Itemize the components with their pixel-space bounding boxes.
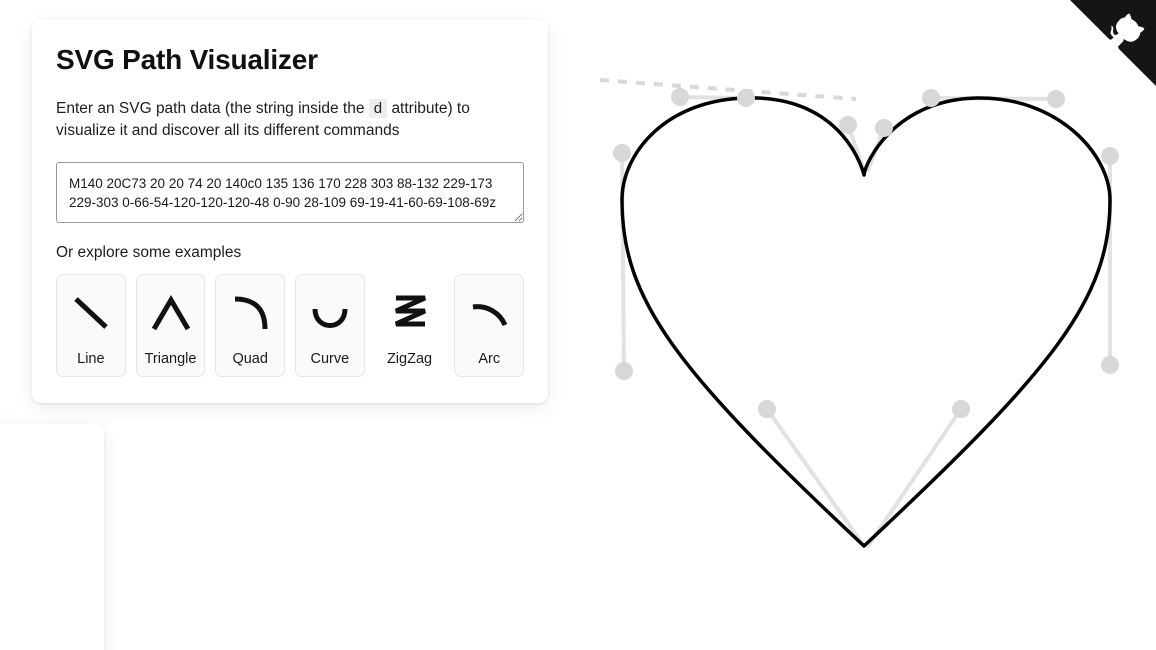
example-button-arc[interactable]: Arc	[454, 274, 525, 378]
example-label-triangle: Triangle	[144, 350, 197, 367]
control-point-10[interactable]	[1101, 356, 1119, 374]
example-label-curve: Curve	[310, 350, 350, 367]
line-glyph	[74, 297, 108, 330]
example-button-zigzag[interactable]: ZigZag	[374, 274, 445, 378]
control-point-12[interactable]	[952, 400, 970, 418]
example-button-triangle[interactable]: Triangle	[135, 274, 206, 378]
zigzag-glyph	[394, 295, 426, 327]
example-label-quad: Quad	[232, 350, 268, 367]
arc-glyph	[472, 304, 508, 327]
control-point-2[interactable]	[737, 89, 755, 107]
example-label-zigzag: ZigZag	[386, 350, 433, 367]
control-point-6[interactable]	[875, 119, 893, 137]
path-visualization-stage	[556, 0, 1156, 650]
commands-explanation-text: the current	[0, 630, 24, 650]
control-point-11[interactable]	[758, 400, 776, 418]
handle-line-8	[866, 407, 963, 548]
github-corner-link[interactable]	[1070, 0, 1156, 86]
path-data-input[interactable]	[56, 162, 524, 224]
examples-label: Or explore some examples	[56, 244, 242, 262]
app-root: SVG Path Visualizer Enter an SVG path da…	[0, 0, 1156, 650]
path-editor-card: SVG Path Visualizer Enter an SVG path da…	[32, 20, 548, 404]
example-button-line[interactable]: Line	[56, 274, 126, 378]
control-point-3[interactable]	[613, 144, 631, 162]
control-point-7[interactable]	[922, 89, 940, 107]
d-attribute-code: d	[368, 99, 388, 119]
example-button-quad[interactable]: Quad	[215, 274, 286, 378]
handle-line-7	[765, 407, 866, 548]
example-button-curve[interactable]: Curve	[295, 274, 365, 378]
triangle-glyph	[151, 295, 190, 331]
control-point-8[interactable]	[1047, 90, 1065, 108]
quad-glyph	[235, 296, 268, 330]
control-point-4[interactable]	[615, 362, 633, 380]
page-description: Enter an SVG path data (the string insid…	[56, 98, 524, 142]
control-point-9[interactable]	[1101, 147, 1119, 165]
description-text-before: Enter an SVG path data (the string insid…	[56, 100, 365, 118]
page-title: SVG Path Visualizer	[56, 44, 318, 75]
example-label-line: Line	[77, 350, 105, 367]
control-point-1[interactable]	[671, 88, 689, 106]
commands-explanation-card: the current	[0, 424, 104, 650]
github-octocat-icon	[1070, 0, 1156, 86]
curve-glyph	[312, 308, 348, 328]
control-point-5[interactable]	[839, 116, 857, 134]
path-visualization-svg[interactable]	[556, 0, 1156, 650]
example-label-arc: Arc	[478, 350, 501, 367]
examples-row: Line Triangle Quad Curve ZigZag Arc	[56, 274, 525, 378]
rendered-path[interactable]	[620, 96, 1112, 548]
